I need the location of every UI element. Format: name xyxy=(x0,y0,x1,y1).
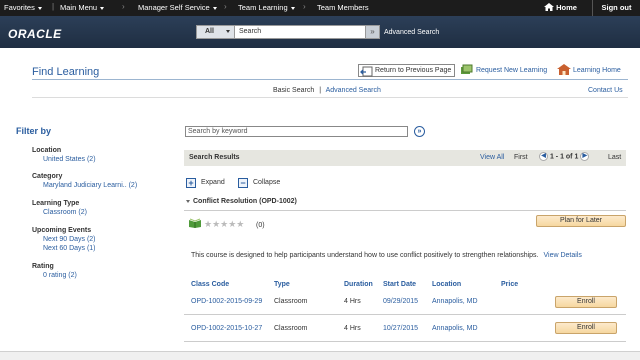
request-learning-icon xyxy=(461,64,473,74)
class-type: Classroom xyxy=(274,298,308,305)
expand-icon[interactable]: + xyxy=(186,178,196,188)
return-icon xyxy=(360,66,373,77)
next-page-icon[interactable]: ▶ xyxy=(580,152,590,161)
header-divider xyxy=(32,79,628,80)
course-divider xyxy=(184,210,626,211)
plan-for-later-button[interactable]: Plan for Later xyxy=(536,215,626,227)
pagination: ◀ 1 - 1 of 1 ▶ xyxy=(539,152,590,161)
separator: | xyxy=(52,2,55,11)
enroll-button[interactable]: Enroll xyxy=(555,296,617,308)
last-page-label: Last xyxy=(608,154,622,161)
filter-panel-title: Filter by xyxy=(16,126,52,136)
breadcrumb-separator: › xyxy=(122,2,125,11)
collapse-link[interactable]: Collapse xyxy=(253,179,280,186)
course-description: This course is designed to help particip… xyxy=(191,252,582,259)
rating-count: (0) xyxy=(256,222,265,229)
course-title[interactable]: Conflict Resolution (OPD-1002) xyxy=(186,198,297,205)
filter-group-location: Location xyxy=(32,147,62,154)
class-duration: 4 Hrs xyxy=(344,325,361,332)
search-mode-links: Basic Search | Advanced Search xyxy=(273,87,381,94)
column-header-location: Location xyxy=(432,281,462,288)
search-scope-select[interactable]: All xyxy=(197,26,235,38)
chevron-down-icon xyxy=(37,6,42,10)
class-duration: 4 Hrs xyxy=(344,298,361,305)
filter-item-classroom[interactable]: Classroom (2) xyxy=(43,209,87,216)
filter-item-united-states[interactable]: United States (2) xyxy=(43,156,96,163)
top-navigation-bar: Favorites | Main Menu › Manager Self Ser… xyxy=(0,0,640,16)
filter-item-next-90-days[interactable]: Next 90 Days (2) xyxy=(43,236,96,243)
home-icon xyxy=(544,3,554,11)
expand-link[interactable]: Expand xyxy=(201,179,225,186)
return-to-previous-page-button[interactable]: Return to Previous Page xyxy=(358,64,456,77)
search-input[interactable]: Search xyxy=(239,26,261,38)
column-header-class-code: Class Code xyxy=(191,281,230,288)
search-go-icon[interactable]: » xyxy=(365,26,379,38)
course-book-icon xyxy=(189,218,201,228)
previous-page-icon[interactable]: ◀ xyxy=(539,152,548,161)
view-all-link[interactable]: View All xyxy=(480,154,504,161)
view-details-link[interactable]: View Details xyxy=(543,252,581,259)
learning-home-link[interactable]: Learning Home xyxy=(557,64,621,75)
oracle-logo: ORACLE xyxy=(8,27,62,41)
filter-group-upcoming-events: Upcoming Events xyxy=(32,227,92,234)
contact-us-link[interactable]: Contact Us xyxy=(588,87,623,94)
class-start-date[interactable]: 10/27/2015 xyxy=(383,325,418,332)
global-search: All Search » xyxy=(196,25,380,39)
learning-home-icon xyxy=(557,64,571,75)
advanced-search-tab[interactable]: Advanced Search xyxy=(326,87,381,94)
filter-group-learning-type: Learning Type xyxy=(32,200,80,207)
separator: | xyxy=(319,87,322,94)
class-code-link[interactable]: OPD-1002-2015-09-29 xyxy=(191,298,262,305)
breadcrumb-separator: › xyxy=(224,2,227,11)
request-new-learning-link[interactable]: Request New Learning xyxy=(460,64,547,75)
column-header-start-date: Start Date xyxy=(383,281,417,288)
class-code-link[interactable]: OPD-1002-2015-10-27 xyxy=(191,325,262,332)
first-page-label: First xyxy=(514,154,528,161)
filter-item-0-rating[interactable]: 0 rating (2) xyxy=(43,272,77,279)
collapse-caret-icon xyxy=(186,199,190,203)
search-results-header: Search Results View All First ◀ 1 - 1 of… xyxy=(184,150,626,166)
row-divider xyxy=(184,341,626,342)
chevron-down-icon xyxy=(290,6,295,10)
class-type: Classroom xyxy=(274,325,308,332)
filter-item-maryland-judiciary[interactable]: Maryland Judiciary Learni.. (2) xyxy=(43,182,137,189)
chevron-down-icon xyxy=(100,6,105,10)
filter-group-rating: Rating xyxy=(32,263,54,270)
home-link[interactable]: Home xyxy=(544,3,577,12)
search-results-title: Search Results xyxy=(189,154,240,161)
filter-item-next-60-days[interactable]: Next 60 Days (1) xyxy=(43,245,96,252)
breadcrumb-team-members[interactable]: Team Members xyxy=(317,3,369,12)
column-header-type: Type xyxy=(274,281,290,288)
enroll-button[interactable]: Enroll xyxy=(555,322,617,334)
filter-group-category: Category xyxy=(32,173,63,180)
sign-out-link[interactable]: Sign out xyxy=(592,0,640,16)
row-divider xyxy=(184,314,626,315)
column-header-duration: Duration xyxy=(344,281,373,288)
class-location-link[interactable]: Annapolis, MD xyxy=(432,325,478,332)
horizontal-scrollbar[interactable] xyxy=(0,351,640,360)
rating-stars: ★★★★★ xyxy=(204,219,245,229)
subheader-divider xyxy=(32,97,628,98)
collapse-icon[interactable]: − xyxy=(238,178,248,188)
main-menu[interactable]: Main Menu xyxy=(60,3,105,12)
breadcrumb-manager-self-service[interactable]: Manager Self Service xyxy=(138,3,217,12)
basic-search-label: Basic Search xyxy=(273,87,315,94)
breadcrumb-separator: › xyxy=(303,2,306,11)
class-start-date[interactable]: 09/29/2015 xyxy=(383,298,418,305)
breadcrumb-team-learning[interactable]: Team Learning xyxy=(238,3,295,12)
favorites-menu[interactable]: Favorites xyxy=(4,3,42,12)
chevron-down-icon xyxy=(212,6,217,10)
keyword-search-go-icon[interactable]: » xyxy=(414,126,425,137)
keyword-search-input[interactable]: Search by keyword xyxy=(185,126,408,137)
header-banner: ORACLE All Search » Advanced Search xyxy=(0,16,640,48)
page-info: 1 - 1 of 1 xyxy=(549,153,579,161)
class-location-link[interactable]: Annapolis, MD xyxy=(432,298,478,305)
column-header-price: Price xyxy=(501,281,519,288)
chevron-down-icon xyxy=(225,29,230,33)
page-title: Find Learning xyxy=(32,66,100,78)
advanced-search-link[interactable]: Advanced Search xyxy=(384,29,439,36)
